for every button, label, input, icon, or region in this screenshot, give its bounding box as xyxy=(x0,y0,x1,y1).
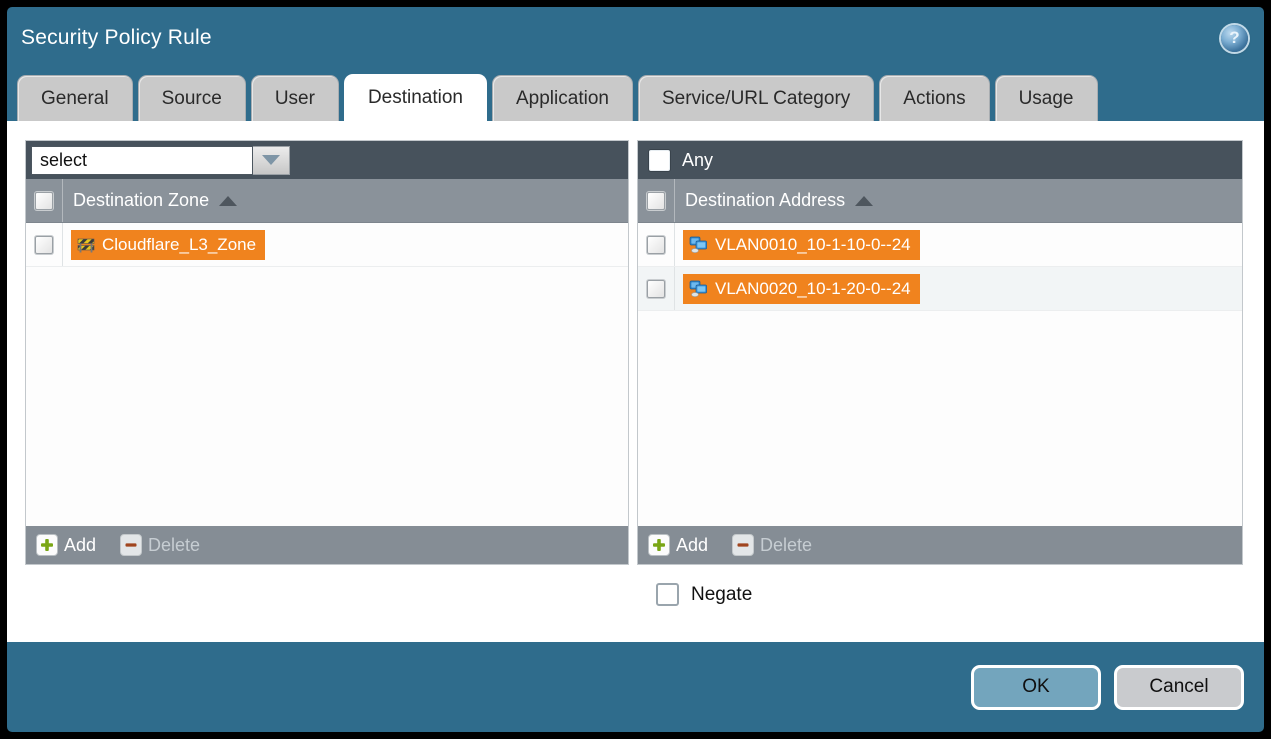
tabstrip: General Source User Destination Applicat… xyxy=(7,69,1264,121)
dialog-footer: OK Cancel xyxy=(7,642,1264,732)
help-icon[interactable]: ? xyxy=(1221,25,1248,52)
tab-usage[interactable]: Usage xyxy=(995,75,1098,121)
address-chip[interactable]: VLAN0010_10-1-10-0--24 xyxy=(683,230,920,260)
address-icon xyxy=(689,236,708,253)
address-row-label: VLAN0010_10-1-10-0--24 xyxy=(715,235,911,255)
any-label: Any xyxy=(682,150,713,171)
add-icon xyxy=(648,534,670,556)
negate-row: Negate xyxy=(656,583,1252,606)
tab-application[interactable]: Application xyxy=(492,75,633,121)
address-row-label: VLAN0020_10-1-20-0--24 xyxy=(715,279,911,299)
zone-chip[interactable]: Cloudflare_L3_Zone xyxy=(71,230,265,260)
address-add-button[interactable]: Add xyxy=(648,534,708,556)
tab-general[interactable]: General xyxy=(17,75,133,121)
address-column-header: Destination Address xyxy=(638,179,1242,223)
destination-tab-content: Destination Zone xyxy=(7,121,1264,642)
address-icon xyxy=(689,280,708,297)
zone-list: Cloudflare_L3_Zone xyxy=(26,223,628,526)
tab-user[interactable]: User xyxy=(251,75,339,121)
address-delete-button[interactable]: Delete xyxy=(732,534,812,556)
zone-delete-button[interactable]: Delete xyxy=(120,534,200,556)
zone-select xyxy=(31,146,290,175)
table-row[interactable]: Cloudflare_L3_Zone xyxy=(26,223,628,267)
address-add-label: Add xyxy=(676,535,708,556)
destination-zone-panel: Destination Zone xyxy=(25,140,629,565)
address-row-checkbox[interactable] xyxy=(647,280,665,298)
table-row[interactable]: VLAN0020_10-1-20-0--24 xyxy=(638,267,1242,311)
delete-icon xyxy=(732,534,754,556)
dialog-title: Security Policy Rule xyxy=(21,26,1221,50)
tab-actions[interactable]: Actions xyxy=(879,75,989,121)
titlebar: Security Policy Rule ? xyxy=(7,7,1264,69)
sort-ascending-icon[interactable] xyxy=(219,196,237,206)
security-policy-rule-dialog: Security Policy Rule ? General Source Us… xyxy=(7,7,1264,732)
negate-checkbox[interactable] xyxy=(656,583,679,606)
cancel-button[interactable]: Cancel xyxy=(1114,665,1244,710)
tab-source[interactable]: Source xyxy=(138,75,246,121)
zone-select-all-checkbox[interactable] xyxy=(35,192,53,210)
zone-row-checkbox-cell xyxy=(26,223,63,266)
address-row-checkbox[interactable] xyxy=(647,236,665,254)
address-row-checkbox-cell xyxy=(638,223,675,266)
address-select-all-checkbox[interactable] xyxy=(647,192,665,210)
address-row-checkbox-cell xyxy=(638,267,675,310)
negate-label: Negate xyxy=(691,584,752,606)
address-panel-footer: Add Delete xyxy=(638,526,1242,564)
tab-service-url-category[interactable]: Service/URL Category xyxy=(638,75,874,121)
delete-icon xyxy=(120,534,142,556)
address-any-bar: Any xyxy=(638,141,1242,179)
destination-address-panel: Any Destination Address xyxy=(637,140,1243,565)
zone-add-button[interactable]: Add xyxy=(36,534,96,556)
zone-column-title[interactable]: Destination Zone xyxy=(73,190,209,211)
address-delete-label: Delete xyxy=(760,535,812,556)
add-icon xyxy=(36,534,58,556)
zone-select-input[interactable] xyxy=(31,146,253,175)
address-chip[interactable]: VLAN0020_10-1-20-0--24 xyxy=(683,274,920,304)
table-row[interactable]: VLAN0010_10-1-10-0--24 xyxy=(638,223,1242,267)
zone-row-checkbox[interactable] xyxy=(35,236,53,254)
ok-button[interactable]: OK xyxy=(971,665,1101,710)
zone-select-dropdown-button[interactable] xyxy=(253,146,290,175)
zone-icon xyxy=(77,237,95,253)
address-column-title[interactable]: Destination Address xyxy=(685,190,845,211)
sort-ascending-icon[interactable] xyxy=(855,196,873,206)
zone-select-bar xyxy=(26,141,628,179)
any-checkbox[interactable] xyxy=(649,150,670,171)
zone-select-all-cell xyxy=(26,179,63,222)
zone-delete-label: Delete xyxy=(148,535,200,556)
chevron-down-icon xyxy=(262,155,280,165)
address-list: VLAN0010_10-1-10-0--24 xyxy=(638,223,1242,526)
zone-panel-footer: Add Delete xyxy=(26,526,628,564)
address-select-all-cell xyxy=(638,179,675,222)
zone-row-label: Cloudflare_L3_Zone xyxy=(102,235,256,255)
tab-destination[interactable]: Destination xyxy=(344,74,487,121)
zone-add-label: Add xyxy=(64,535,96,556)
zone-column-header: Destination Zone xyxy=(26,179,628,223)
